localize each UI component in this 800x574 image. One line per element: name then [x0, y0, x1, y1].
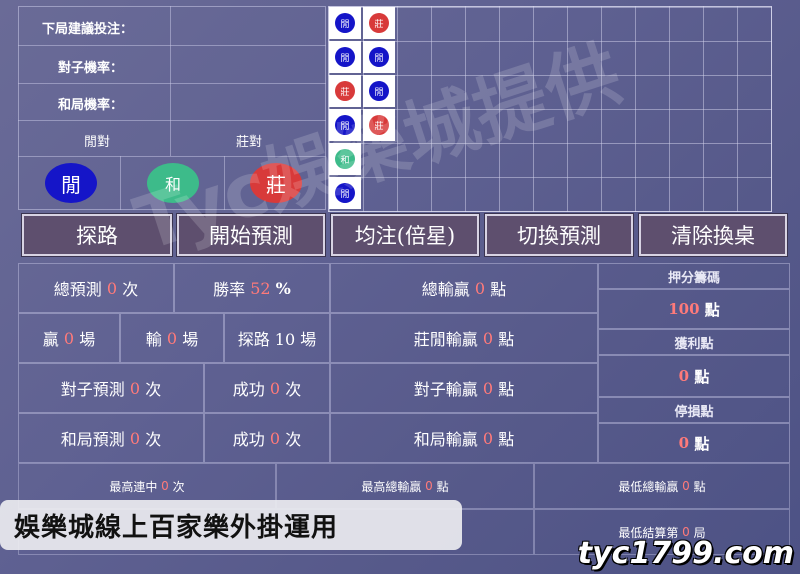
stop-loss-value[interactable]: 0 點	[598, 423, 790, 463]
bead-cell: 莊	[329, 75, 361, 107]
bead-player: 閒	[335, 47, 355, 67]
panel-divider	[170, 6, 171, 156]
bead-cell: 和	[329, 143, 361, 175]
explore-rounds-stat: 探路 10 場	[224, 313, 330, 363]
bead-cell: 閒	[329, 7, 361, 39]
pair-rate-label: 對子機率：	[58, 61, 124, 76]
bead-cell: 莊	[363, 7, 395, 39]
switch-predict-button[interactable]: 切換預測	[484, 213, 634, 257]
bead-player: 閒	[369, 47, 389, 67]
profit-value[interactable]: 0 點	[598, 355, 790, 397]
explore-button[interactable]: 探路	[21, 213, 173, 257]
bead-player: 閒	[335, 183, 355, 203]
bead-tie: 和	[335, 149, 355, 169]
flat-bet-button[interactable]: 均注(倍星)	[330, 213, 480, 257]
tie-circle[interactable]: 和	[147, 163, 199, 203]
pair-success-stat: 成功 0 次	[204, 363, 330, 413]
pair-win-stat: 對子輸贏 0 點	[330, 363, 598, 413]
clear-table-button[interactable]: 清除換桌	[638, 213, 788, 257]
player-pair-label: 閒對	[84, 135, 111, 150]
lose-count-stat: 輸 0 場	[120, 313, 224, 363]
banker-pair-label: 莊對	[236, 135, 263, 150]
bead-banker: 莊	[369, 115, 389, 135]
bead-cell: 閒	[363, 41, 395, 73]
bead-cell: 閒	[329, 41, 361, 73]
win-count-stat: 贏 0 場	[18, 313, 120, 363]
stake-value[interactable]: 100 點	[598, 289, 790, 329]
tie-rate-label: 和局機率：	[58, 98, 124, 113]
bead-player: 閒	[369, 81, 389, 101]
stake-label: 押分籌碼	[598, 263, 790, 289]
min-total-stat: 最低總輸贏 0 點	[534, 463, 790, 509]
panel-divider	[18, 83, 326, 84]
promo-banner: 娛樂城線上百家樂外掛運用	[0, 500, 462, 550]
panel-divider	[18, 45, 326, 46]
total-win-stat: 總輸贏 0 點	[330, 263, 598, 313]
stop-loss-label: 停損點	[598, 397, 790, 423]
panel-divider	[120, 156, 121, 210]
banker-player-win-stat: 莊閒輸贏 0 點	[330, 313, 598, 363]
bead-cell: 閒	[329, 109, 361, 141]
banker-circle[interactable]: 莊	[250, 163, 302, 203]
bead-cell: 閒	[329, 177, 361, 209]
total-predict-stat: 總預測 0 次	[18, 263, 174, 313]
tie-success-stat: 成功 0 次	[204, 413, 330, 463]
pair-predict-stat: 對子預測 0 次	[18, 363, 204, 413]
profit-label: 獲利點	[598, 329, 790, 355]
bead-player: 閒	[335, 115, 355, 135]
tie-win-stat: 和局輸贏 0 點	[330, 413, 598, 463]
next-bet-label: 下局建議投注：	[42, 22, 134, 37]
site-url: tyc1799.com	[577, 536, 794, 571]
bead-banker: 莊	[335, 81, 355, 101]
bead-banker: 莊	[369, 13, 389, 33]
panel-divider	[18, 120, 326, 121]
bead-cell: 閒	[363, 75, 395, 107]
bead-cell: 莊	[363, 109, 395, 141]
player-circle[interactable]: 閒	[45, 163, 97, 203]
tie-predict-stat: 和局預測 0 次	[18, 413, 204, 463]
start-predict-button[interactable]: 開始預測	[176, 213, 326, 257]
panel-divider	[18, 156, 326, 157]
bead-player: 閒	[335, 13, 355, 33]
win-rate-stat: 勝率 52 %	[174, 263, 330, 313]
panel-divider	[224, 156, 225, 210]
